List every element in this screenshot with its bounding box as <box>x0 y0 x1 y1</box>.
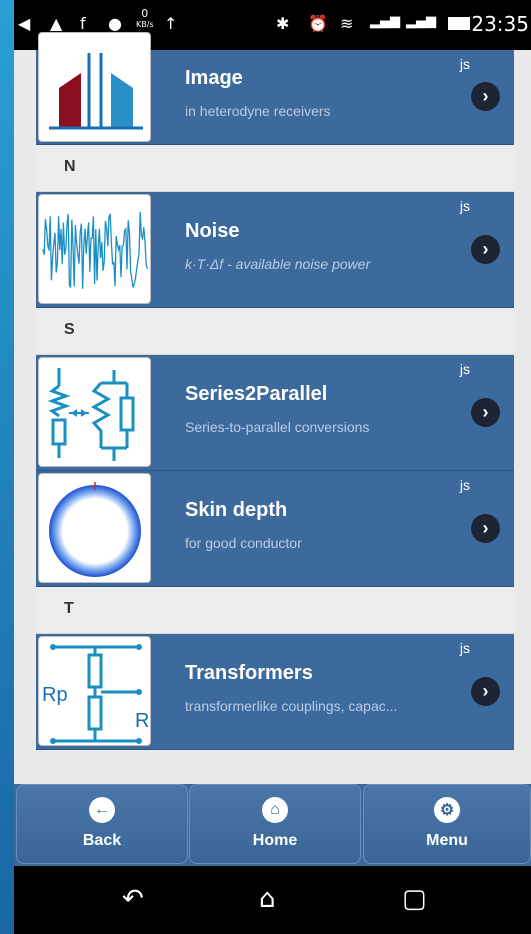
system-home-icon[interactable]: ⌂ <box>259 884 276 914</box>
clock: 23:35 <box>471 12 529 36</box>
network-speed-value: 0 <box>141 7 149 20</box>
facebook-icon: f <box>80 14 86 33</box>
item-title: Noise <box>185 219 240 242</box>
home-button[interactable]: ⌂ Home <box>189 784 361 864</box>
js-tag: js <box>459 640 470 656</box>
chevron-right-icon[interactable]: › <box>471 234 500 264</box>
item-subtitle: in heterodyne receivers <box>185 103 331 119</box>
chat-icon: ● <box>108 14 122 33</box>
upload-icon: ↑ <box>164 14 178 33</box>
bluetooth-icon: ✱ <box>276 14 290 33</box>
list-item-transformers[interactable]: Rp R Transformers transformerlike coupli… <box>36 634 514 750</box>
alarm-icon: ⏰ <box>308 14 328 33</box>
section-letter: N <box>64 158 76 175</box>
item-title: Series2Parallel <box>185 382 328 405</box>
item-subtitle: for good conductor <box>185 534 302 551</box>
js-tag: js <box>459 56 470 72</box>
signal-icon: ▂▄▆ <box>370 14 400 29</box>
image-frequency-icon <box>38 32 151 142</box>
chevron-right-icon[interactable]: › <box>471 82 500 111</box>
system-nav-bar: ↶ ⌂ ▢ <box>14 866 531 934</box>
paint-icon: ▲ <box>50 14 63 33</box>
thumb-label-r: R <box>135 710 149 732</box>
chevron-right-icon[interactable]: › <box>471 676 500 706</box>
list-item-series2parallel[interactable]: Series2Parallel Series-to-parallel conve… <box>36 355 514 471</box>
menu-button[interactable]: ⚙ Menu <box>363 784 531 864</box>
phone-screen: ◀ ▲ f ● 0 KB/s ↑ ✱ ⏰ ≋ ▂▄▆ ▂▄▆ 23:35 Ima… <box>14 0 531 934</box>
item-subtitle: transformerlike couplings, capac... <box>185 697 398 714</box>
section-letter: S <box>64 321 75 338</box>
item-subtitle: Series-to-parallel conversions <box>185 418 370 435</box>
system-recents-icon[interactable]: ▢ <box>402 884 427 914</box>
section-letter: T <box>64 600 74 617</box>
item-title: Transformers <box>185 661 313 684</box>
gear-icon: ⚙ <box>434 797 460 823</box>
signal2-icon: ▂▄▆ <box>406 14 436 29</box>
battery-icon <box>448 17 470 30</box>
network-speed: 0 KB/s <box>136 8 154 30</box>
network-speed-unit: KB/s <box>136 20 154 29</box>
skin-depth-ring-icon <box>38 473 151 583</box>
home-icon: ⌂ <box>262 797 288 823</box>
list-item-noise[interactable]: Noise k·T·Δf - available noise power js … <box>36 192 514 308</box>
back-arrow-icon: ← <box>89 797 115 823</box>
chevron-right-icon[interactable]: › <box>471 513 500 543</box>
item-title: Skin depth <box>185 498 288 521</box>
system-back-icon[interactable]: ↶ <box>122 884 144 914</box>
js-tag: js <box>459 198 470 214</box>
section-divider-s: S <box>36 308 514 355</box>
list-item-skin-depth[interactable]: Skin depth for good conductor js › <box>36 471 514 587</box>
back-label: Back <box>82 832 122 849</box>
transformer-circuit-icon: Rp R <box>38 636 151 746</box>
thumb-label-rp: Rp <box>42 684 68 706</box>
item-subtitle: k·T·Δf - available noise power <box>185 255 371 272</box>
wifi-icon: ≋ <box>340 14 354 33</box>
menu-label: Menu <box>426 832 468 849</box>
calculator-list: Image in heterodyne receivers js › N Noi… <box>36 32 514 750</box>
js-tag: js <box>459 477 470 493</box>
item-title: Image <box>185 67 243 89</box>
series-parallel-circuit-icon <box>38 357 151 467</box>
section-divider-n: N <box>36 145 514 192</box>
js-tag: js <box>459 361 470 377</box>
section-divider-t: T <box>36 587 514 634</box>
back-button[interactable]: ← Back <box>16 784 188 864</box>
noise-waveform-icon <box>38 194 151 304</box>
home-label: Home <box>252 832 298 849</box>
bottom-nav: ← Back ⌂ Home ⚙ Menu <box>14 784 531 866</box>
chevron-right-icon[interactable]: › <box>471 397 500 427</box>
list-item-image[interactable]: Image in heterodyne receivers js › <box>36 32 514 145</box>
back-arrow-icon: ◀ <box>18 14 31 33</box>
